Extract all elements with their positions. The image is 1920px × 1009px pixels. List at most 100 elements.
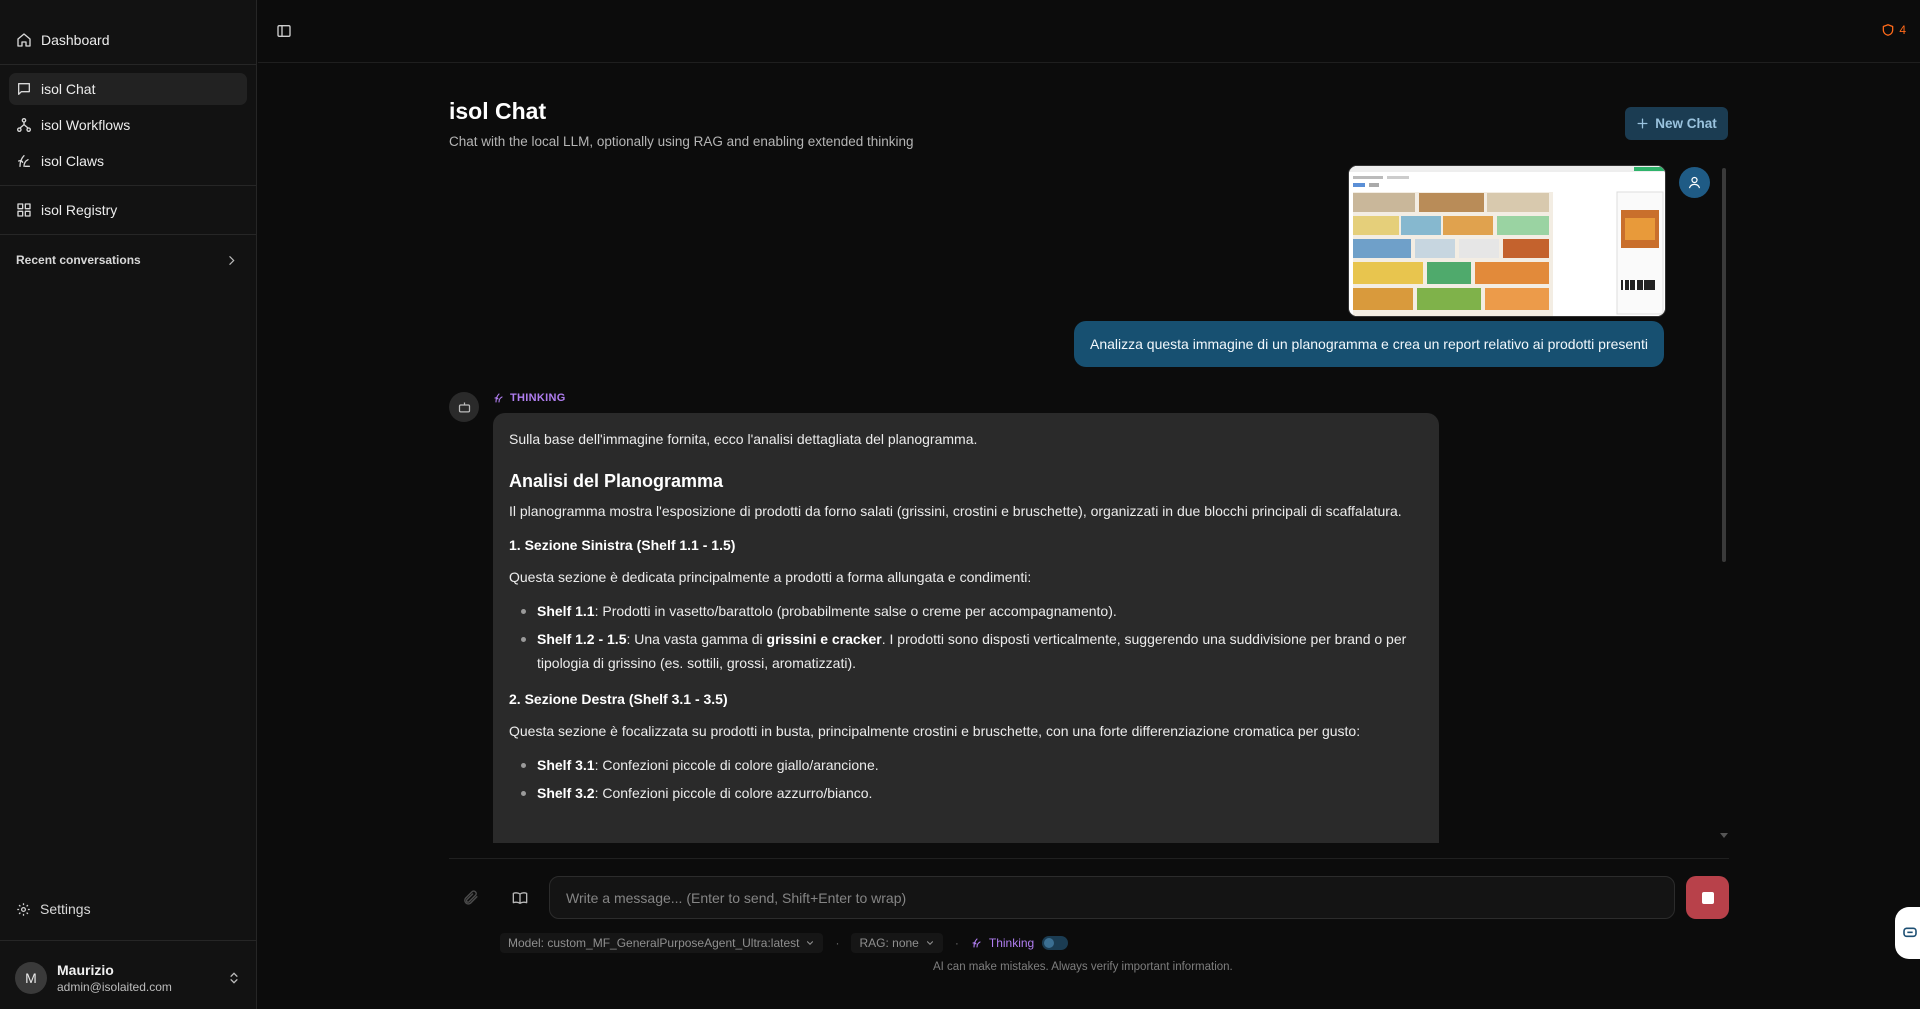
section-description: Questa sezione è focalizzata su prodotti… bbox=[509, 723, 1361, 739]
user-email: admin@isolaited.com bbox=[57, 980, 172, 994]
message-input[interactable] bbox=[549, 876, 1675, 919]
thinking-toggle[interactable]: Thinking bbox=[971, 936, 1069, 950]
model-select-value: Model: custom_MF_GeneralPurposeAgent_Ult… bbox=[508, 936, 800, 950]
planogram-thumbnail bbox=[1349, 166, 1665, 316]
list-item-bold: Shelf 1.1 bbox=[537, 603, 595, 619]
assistant-heading: Analisi del Planogramma bbox=[509, 471, 724, 491]
sidebar-item-isol-chat[interactable]: isol Chat bbox=[9, 73, 247, 105]
attached-image[interactable] bbox=[1348, 165, 1666, 317]
assistant-intro: Sulla base dell'immagine fornita, ecco l… bbox=[509, 431, 978, 447]
brain-icon bbox=[494, 393, 503, 403]
sidebar-divider bbox=[0, 64, 256, 65]
sidebar-item-label: isol Chat bbox=[41, 81, 96, 97]
sidebar-item-label: isol Claws bbox=[41, 153, 105, 169]
recent-conversations-label: Recent conversations bbox=[16, 253, 141, 267]
section-description: Questa sezione è dedicata principalmente… bbox=[509, 569, 1032, 585]
chat-widget-icon bbox=[1903, 927, 1917, 938]
gear-icon bbox=[17, 902, 30, 916]
chat-icon bbox=[18, 83, 30, 95]
alert-count: 4 bbox=[1899, 23, 1906, 37]
topbar: 4 bbox=[258, 0, 1920, 63]
shield-icon bbox=[1883, 24, 1894, 36]
app-root: Dashboard isol Chat isol Workflows isol … bbox=[0, 0, 1920, 1009]
list-item-text: : Confezioni piccole di colore giallo/ar… bbox=[594, 757, 879, 773]
assistant-paragraph: Il planogramma mostra l'esposizione di p… bbox=[509, 503, 1402, 519]
chevrons-up-down-icon bbox=[230, 972, 238, 984]
sidebar-divider bbox=[0, 940, 256, 941]
composer-options: Model: custom_MF_GeneralPurposeAgent_Ult… bbox=[500, 933, 1069, 953]
list-item: Shelf 3.1: Confezioni piccole di colore … bbox=[519, 753, 1423, 777]
page-subtitle: Chat with the local LLM, optionally usin… bbox=[449, 134, 914, 149]
new-chat-label: New Chat bbox=[1655, 116, 1717, 131]
claws-icon bbox=[18, 155, 30, 167]
sidebar-item-label: isol Registry bbox=[41, 202, 118, 218]
stop-icon bbox=[1701, 891, 1714, 904]
sidebar-item-label: Dashboard bbox=[41, 32, 110, 48]
sidebar-divider bbox=[0, 185, 256, 186]
user-info: Maurizio admin@isolaited.com bbox=[57, 962, 172, 994]
thinking-indicator[interactable]: THINKING bbox=[493, 392, 566, 404]
thinking-switch[interactable] bbox=[1042, 936, 1069, 950]
list-item-text: : Una vasta gamma di bbox=[626, 631, 767, 647]
separator-dot: · bbox=[835, 936, 840, 950]
switch-knob bbox=[1044, 938, 1055, 948]
separator-dot: · bbox=[954, 936, 959, 950]
security-alert[interactable]: 4 bbox=[1881, 23, 1906, 37]
list-item-bold: grissini e cracker bbox=[766, 631, 882, 647]
assistant-message: Sulla base dell'immagine fornita, ecco l… bbox=[493, 413, 1439, 843]
list-item-bold: Shelf 3.1 bbox=[537, 757, 595, 773]
list-item: Shelf 3.2: Confezioni piccole di colore … bbox=[519, 781, 1423, 805]
rag-select[interactable]: RAG: none bbox=[851, 933, 943, 953]
model-select[interactable]: Model: custom_MF_GeneralPurposeAgent_Ult… bbox=[500, 933, 824, 953]
user-avatar bbox=[1679, 167, 1710, 198]
book-icon[interactable] bbox=[512, 890, 528, 906]
list-item-text: : Confezioni piccole di colore azzurro/b… bbox=[594, 785, 873, 801]
sidebar-item-dashboard[interactable]: Dashboard bbox=[9, 24, 247, 56]
stop-generation-button[interactable] bbox=[1686, 876, 1729, 919]
section-title: 2. Sezione Destra (Shelf 3.1 - 3.5) bbox=[509, 691, 728, 707]
chevron-down-icon bbox=[807, 941, 814, 946]
user-icon bbox=[1688, 176, 1701, 189]
thinking-toggle-label: Thinking bbox=[988, 936, 1035, 950]
avatar: M bbox=[15, 962, 47, 994]
settings-label: Settings bbox=[40, 901, 91, 917]
settings-link[interactable]: Settings bbox=[16, 901, 91, 917]
recent-conversations-toggle[interactable]: Recent conversations bbox=[16, 250, 238, 270]
rag-select-value: RAG: none bbox=[859, 936, 919, 950]
feedback-widget[interactable] bbox=[1895, 907, 1920, 959]
bullet-list: Shelf 3.1: Confezioni piccole di colore … bbox=[519, 753, 1423, 805]
grid-icon bbox=[17, 203, 31, 217]
sidebar-item-isol-workflows[interactable]: isol Workflows bbox=[9, 109, 247, 141]
sidebar-item-isol-claws[interactable]: isol Claws bbox=[9, 145, 247, 177]
composer-divider bbox=[449, 858, 1729, 859]
list-item-text: : Prodotti in vasetto/barattolo (probabi… bbox=[594, 603, 1117, 619]
message-list: Analizza questa immagine di un planogram… bbox=[449, 163, 1729, 843]
plus-icon bbox=[1637, 118, 1648, 129]
sidebar-divider bbox=[0, 234, 256, 235]
paperclip-icon[interactable] bbox=[462, 889, 479, 906]
assistant-avatar bbox=[449, 392, 479, 422]
home-icon bbox=[17, 33, 31, 47]
sidebar-item-isol-registry[interactable]: isol Registry bbox=[9, 194, 247, 226]
section-title: 1. Sezione Sinistra (Shelf 1.1 - 1.5) bbox=[509, 537, 736, 553]
ai-disclaimer: AI can make mistakes. Always verify impo… bbox=[933, 961, 1233, 973]
chevron-right-icon bbox=[229, 255, 235, 265]
user-menu[interactable]: M Maurizio admin@isolaited.com bbox=[15, 958, 241, 998]
scroll-down-arrow-icon[interactable] bbox=[1720, 833, 1728, 838]
sidebar-toggle-icon[interactable] bbox=[276, 23, 292, 39]
sidebar-item-label: isol Workflows bbox=[41, 117, 131, 133]
sidebar: Dashboard isol Chat isol Workflows isol … bbox=[0, 0, 257, 1009]
thinking-label: THINKING bbox=[510, 392, 566, 404]
bot-icon bbox=[458, 402, 470, 412]
workflow-icon bbox=[17, 118, 31, 132]
user-message: Analizza questa immagine di un planogram… bbox=[1074, 321, 1664, 367]
user-name: Maurizio bbox=[57, 962, 114, 978]
bullet-list: Shelf 1.1: Prodotti in vasetto/barattolo… bbox=[519, 599, 1423, 675]
chevron-down-icon bbox=[926, 941, 933, 946]
list-item: Shelf 1.2 - 1.5: Una vasta gamma di gris… bbox=[519, 627, 1423, 675]
brain-icon bbox=[972, 938, 981, 948]
list-item: Shelf 1.1: Prodotti in vasetto/barattolo… bbox=[519, 599, 1423, 623]
message-scrollbar[interactable] bbox=[1722, 168, 1726, 562]
page-title: isol Chat bbox=[449, 98, 547, 124]
new-chat-button[interactable]: New Chat bbox=[1625, 107, 1728, 140]
